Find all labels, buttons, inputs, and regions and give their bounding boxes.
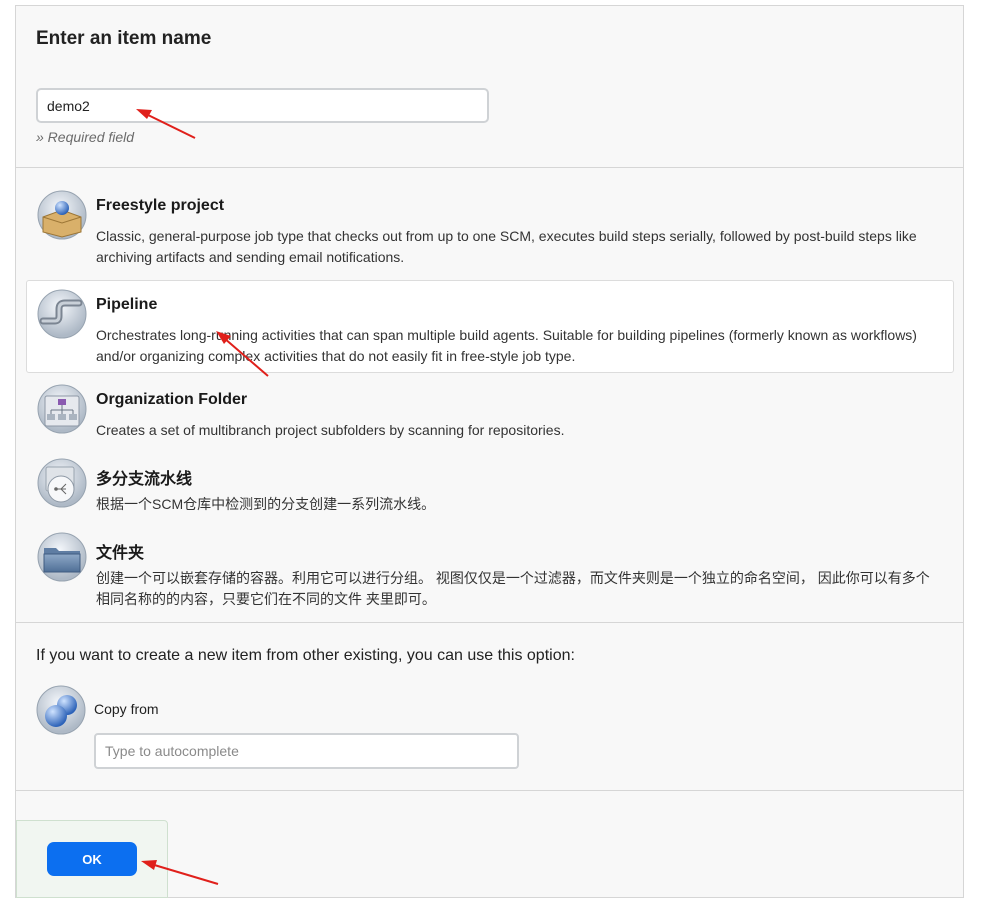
organization-folder-icon [37,384,87,434]
item-type-description: Orchestrates long-running activities tha… [96,327,917,364]
ok-button-area: OK [16,820,168,898]
item-type-label: Freestyle project [96,197,225,214]
item-type-label: Pipeline [96,296,158,313]
item-name-heading: Enter an item name [36,28,212,49]
item-type-description: Creates a set of multibranch project sub… [96,422,565,438]
item-name-input[interactable] [36,88,489,123]
item-type-description: 创建一个可以嵌套存储的容器。利用它可以进行分组。 视图仅仅是一个过滤器，而文件夹… [96,570,930,607]
item-type-label: 多分支流水线 [96,471,193,488]
new-item-panel: Enter an item name » Required field Free… [15,5,964,898]
item-type-description: Classic, general-purpose job type that c… [96,228,917,265]
copy-from-intro: If you want to create a new item from ot… [36,647,575,664]
item-type-description: 根据一个SCM仓库中检测到的分支创建一系列流水线。 [96,496,436,512]
item-type-label: Organization Folder [96,391,248,408]
item-type-label: 文件夹 [96,545,145,562]
ok-button[interactable]: OK [47,842,137,876]
copy-from-icon [36,685,86,735]
pipeline-icon [37,289,87,339]
freestyle-project-icon [37,190,87,240]
item-type-freestyle-project[interactable]: Freestyle project Classic, general-purpo… [26,181,954,269]
required-field-note: » Required field [36,129,135,145]
item-type-folder[interactable]: 文件夹 创建一个可以嵌套存储的容器。利用它可以进行分组。 视图仅仅是一个过滤器，… [26,523,954,615]
copy-from-section: If you want to create a new item from ot… [16,622,963,791]
copy-from-input[interactable] [94,733,519,769]
item-type-pipeline[interactable]: Pipeline Orchestrates long-running activ… [26,280,954,373]
item-type-organization-folder[interactable]: Organization Folder Creates a set of mul… [26,375,954,447]
multibranch-pipeline-icon [37,458,87,508]
copy-from-label: Copy from [94,701,159,717]
item-name-section: Enter an item name » Required field [16,6,963,168]
folder-icon [37,532,87,582]
item-type-multibranch-pipeline[interactable]: 多分支流水线 根据一个SCM仓库中检测到的分支创建一系列流水线。 [26,449,954,521]
